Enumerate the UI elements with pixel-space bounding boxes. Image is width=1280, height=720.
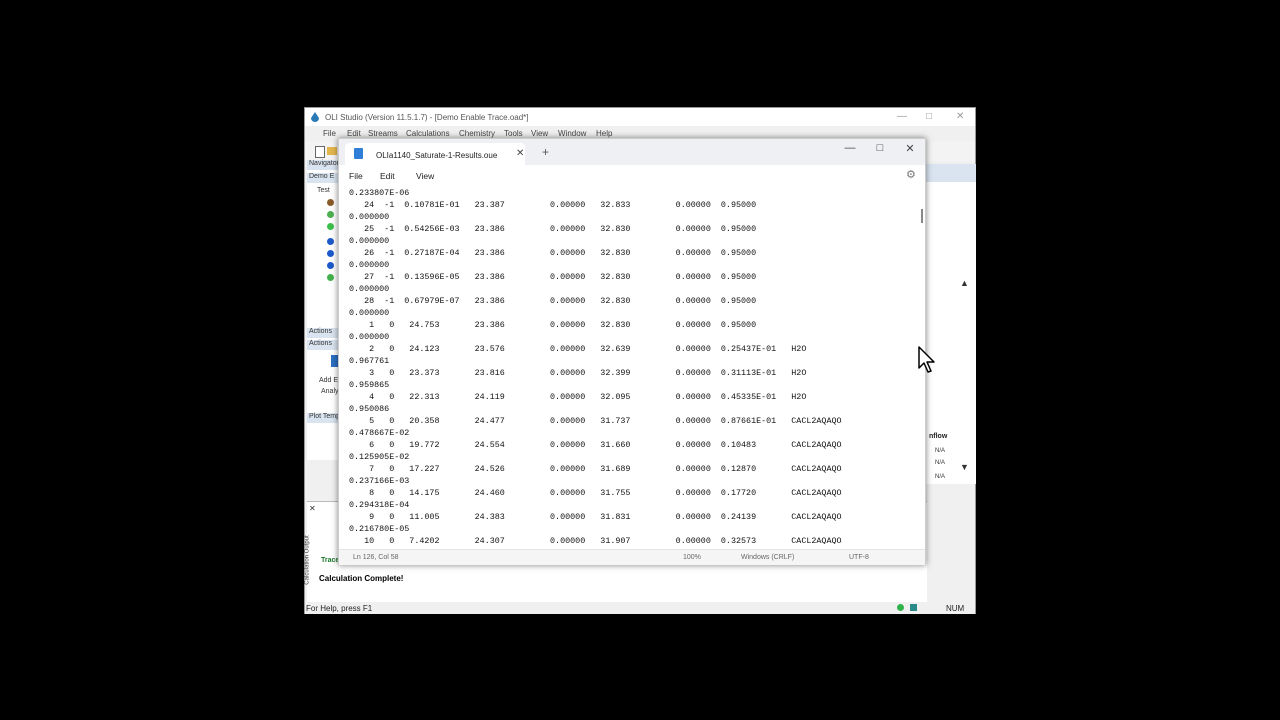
menu-view[interactable]: View — [416, 171, 434, 181]
tree-node-icon[interactable] — [327, 274, 334, 281]
analysis-label[interactable]: Analy — [321, 388, 339, 395]
calculation-output-side-label: Calculation Output — [304, 535, 311, 585]
na-value: N/A — [935, 474, 946, 480]
menu-edit[interactable]: Edit — [380, 171, 395, 181]
open-folder-icon[interactable] — [327, 147, 337, 155]
status-grid-icon — [910, 604, 917, 611]
text-line: 9 0 11.005 24.383 0.00000 31.831 0.00000… — [349, 512, 842, 522]
zoom-level[interactable]: 100% — [683, 554, 701, 561]
tree-root-label[interactable]: Test — [317, 187, 330, 194]
notepad-title-bar: OLIa1140_Saturate-1-Results.oue ✕ + — □ … — [339, 139, 925, 165]
line-ending[interactable]: Windows (CRLF) — [741, 554, 794, 561]
status-ok-icon — [897, 604, 904, 611]
tab-close-icon[interactable]: ✕ — [516, 148, 524, 159]
notepad-window: OLIa1140_Saturate-1-Results.oue ✕ + — □ … — [338, 138, 926, 565]
notepad-tab[interactable]: OLIa1140_Saturate-1-Results.oue ✕ — [345, 143, 525, 165]
tree-node-icon[interactable] — [327, 199, 334, 206]
text-line: 6 0 19.772 24.554 0.00000 31.660 0.00000… — [349, 440, 842, 450]
oli-menu-streams[interactable]: Streams — [368, 129, 398, 138]
notepad-status-bar: Ln 126, Col 58 100% Windows (CRLF) UTF-8 — [339, 549, 925, 565]
text-line: 0.000000 — [349, 332, 390, 342]
text-line: 1 0 24.753 23.386 0.00000 32.830 0.00000… — [349, 320, 757, 330]
oli-logo-icon — [311, 112, 319, 122]
results-text-area[interactable]: 0.233807E-06 24 -1 0.10781E-01 23.387 0.… — [349, 187, 909, 544]
oli-minimize-button[interactable]: — — [897, 111, 907, 122]
text-line: 0.000000 — [349, 236, 390, 246]
cursor-position: Ln 126, Col 58 — [353, 554, 399, 561]
text-line: 10 0 7.4202 24.307 0.00000 31.907 0.0000… — [349, 536, 842, 544]
help-status-text: For Help, press F1 — [306, 604, 373, 613]
text-line: 0.950086 — [349, 404, 390, 414]
na-value: N/A — [935, 460, 946, 466]
text-line: 27 -1 0.13596E-05 23.386 0.00000 32.830 … — [349, 272, 757, 282]
text-line: 0.967761 — [349, 356, 390, 366]
add-label[interactable]: Add E — [319, 377, 338, 384]
tree-node-icon[interactable] — [327, 223, 334, 230]
oli-menu-edit[interactable]: Edit — [347, 129, 361, 138]
text-line: 0.233807E-06 — [349, 188, 410, 198]
tab-title: OLIa1140_Saturate-1-Results.oue — [376, 151, 498, 160]
stream-drop-icon[interactable] — [327, 250, 334, 257]
menu-file[interactable]: File — [349, 171, 363, 181]
text-line: 0.294318E-04 — [349, 500, 410, 510]
text-line: 4 0 22.313 24.119 0.00000 32.095 0.00000… — [349, 392, 807, 402]
text-line: 0.000000 — [349, 284, 390, 294]
text-line: 7 0 17.227 24.526 0.00000 31.689 0.00000… — [349, 464, 842, 474]
text-line: 28 -1 0.67979E-07 23.386 0.00000 32.830 … — [349, 296, 757, 306]
text-line: 3 0 23.373 23.816 0.00000 32.399 0.00000… — [349, 368, 807, 378]
trace-label: Trace — [321, 557, 340, 564]
num-lock-indicator: NUM — [946, 604, 965, 613]
scroll-up-icon[interactable]: ▲ — [960, 278, 969, 288]
text-line: 2 0 24.123 23.576 0.00000 32.639 0.00000… — [349, 344, 807, 354]
notepad-icon — [354, 148, 363, 159]
text-line: 26 -1 0.27187E-04 23.386 0.00000 32.830 … — [349, 248, 757, 258]
stream-drop-icon[interactable] — [327, 262, 334, 269]
maximize-button[interactable]: □ — [872, 142, 888, 154]
text-line: 24 -1 0.10781E-01 23.387 0.00000 32.833 … — [349, 200, 757, 210]
scroll-down-icon[interactable]: ▼ — [960, 462, 969, 472]
oli-menu-help[interactable]: Help — [596, 129, 612, 138]
text-line: 0.000000 — [349, 260, 390, 270]
text-line: 0.000000 — [349, 212, 390, 222]
close-button[interactable]: ✕ — [902, 142, 918, 155]
notepad-menubar: File Edit View ⚙ — [339, 165, 925, 185]
oli-menu-chemistry[interactable]: Chemistry — [459, 129, 495, 138]
mouse-pointer-icon — [918, 346, 935, 373]
stream-drop-icon[interactable] — [327, 238, 334, 245]
calculation-complete-message: Calculation Complete! — [319, 574, 404, 583]
vertical-scrollbar[interactable] — [921, 209, 923, 223]
encoding[interactable]: UTF-8 — [849, 554, 869, 561]
oli-window-title: OLI Studio (Version 11.5.1.7) - [Demo En… — [325, 113, 529, 122]
minimize-button[interactable]: — — [842, 142, 858, 154]
right-panel-header — [926, 164, 976, 182]
oli-close-button[interactable]: ✕ — [956, 111, 964, 122]
new-file-icon[interactable] — [315, 146, 325, 158]
text-line: 8 0 14.175 24.460 0.00000 31.755 0.00000… — [349, 488, 842, 498]
close-output-icon[interactable]: ✕ — [309, 504, 316, 513]
text-line: 0.000000 — [349, 308, 390, 318]
oli-menu-file[interactable]: File — [323, 129, 336, 138]
text-line: 0.125905E-02 — [349, 452, 410, 462]
flow-column-label: nflow — [929, 433, 948, 440]
text-line: 0.959865 — [349, 380, 390, 390]
oli-status-bar: For Help, press F1 NUM — [305, 602, 975, 614]
oli-menu-window[interactable]: Window — [558, 129, 586, 138]
oli-menu-view[interactable]: View — [531, 129, 548, 138]
oli-maximize-button[interactable]: □ — [926, 111, 932, 122]
settings-gear-icon[interactable]: ⚙ — [906, 168, 916, 181]
text-line: 25 -1 0.54256E-03 23.386 0.00000 32.830 … — [349, 224, 757, 234]
na-value: N/A — [935, 448, 946, 454]
oli-menu-calculations[interactable]: Calculations — [406, 129, 450, 138]
oli-title-bar: OLI Studio (Version 11.5.1.7) - [Demo En… — [305, 108, 975, 126]
text-line: 0.237166E-03 — [349, 476, 410, 486]
new-tab-icon[interactable]: + — [542, 145, 549, 159]
text-line: 0.216780E-05 — [349, 524, 410, 534]
oli-menu-tools[interactable]: Tools — [504, 129, 523, 138]
text-line: 5 0 20.358 24.477 0.00000 31.737 0.00000… — [349, 416, 842, 426]
text-line: 0.478667E-02 — [349, 428, 410, 438]
tree-node-icon[interactable] — [327, 211, 334, 218]
